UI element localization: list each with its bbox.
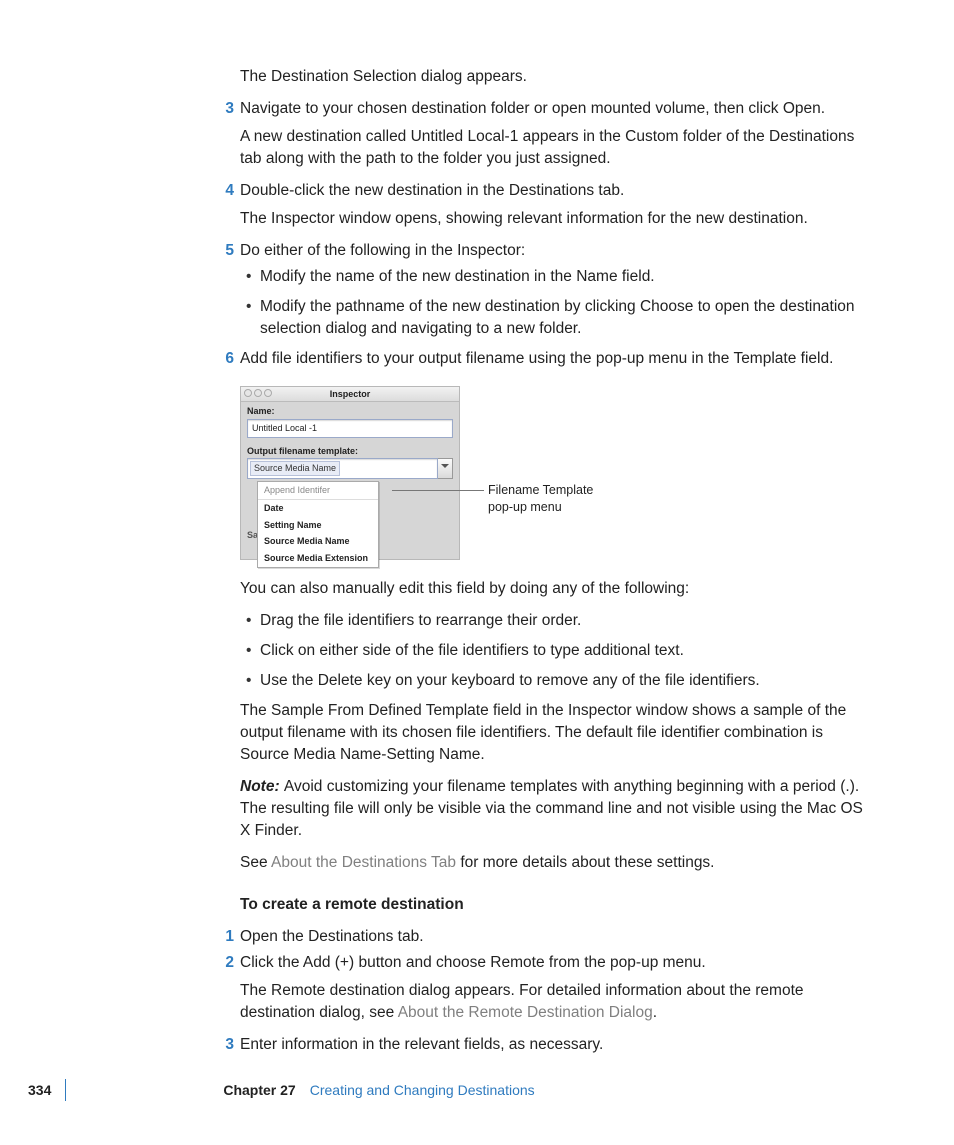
step-6: 6 Add file identifiers to your output fi… — [240, 348, 864, 370]
r2-post: . — [653, 1004, 657, 1021]
step-5-bullet: Modify the pathname of the new destinati… — [240, 296, 864, 340]
step-3: 3 Navigate to your chosen destination fo… — [240, 98, 864, 120]
callout-line2: pop-up menu — [488, 499, 593, 516]
popup-menu-item[interactable]: Source Media Name — [258, 533, 378, 550]
step-text: Click the Add (+) button and choose Remo… — [240, 954, 706, 971]
step-number: 2 — [220, 952, 234, 974]
popup-menu-item[interactable]: Date — [258, 500, 378, 517]
callout-line1: Filename Template — [488, 482, 593, 499]
see-pre: See — [240, 854, 271, 871]
page-body: The Destination Selection dialog appears… — [240, 66, 864, 1056]
remote-dialog-link[interactable]: About the Remote Destination Dialog — [398, 1004, 653, 1021]
step-number: 5 — [220, 240, 234, 262]
edit-bullet: Use the Delete key on your keyboard to r… — [240, 670, 864, 692]
step-text: Enter information in the relevant fields… — [240, 1036, 603, 1053]
name-label: Name: — [241, 402, 459, 419]
step-text: Navigate to your chosen destination fold… — [240, 100, 825, 117]
inspector-titlebar: Inspector — [241, 387, 459, 402]
remote-heading: To create a remote destination — [240, 894, 864, 916]
remote-step-2-body: The Remote destination dialog appears. F… — [240, 980, 864, 1024]
step-4: 4 Double-click the new destination in th… — [240, 180, 864, 202]
inspector-window: Inspector Name: Untitled Local -1 Output… — [240, 386, 460, 560]
filename-template-popup: Append Identifer Date Setting Name Sourc… — [257, 481, 379, 568]
popup-menu-item[interactable]: Source Media Extension — [258, 550, 378, 567]
step-3-body: A new destination called Untitled Local-… — [240, 126, 864, 170]
after-figure-text: You can also manually edit this field by… — [240, 578, 864, 600]
note-paragraph: Note: Avoid customizing your filename te… — [240, 776, 864, 842]
popup-menu-item[interactable]: Setting Name — [258, 517, 378, 534]
step-text: Do either of the following in the Inspec… — [240, 242, 525, 259]
edit-bullet: Click on either side of the file identif… — [240, 640, 864, 662]
destinations-tab-link[interactable]: About the Destinations Tab — [271, 854, 456, 871]
step-text: Add file identifiers to your output file… — [240, 350, 833, 367]
step-text: Double-click the new destination in the … — [240, 182, 624, 199]
window-title: Inspector — [330, 389, 371, 399]
step-number: 3 — [220, 98, 234, 120]
chapter-title: Creating and Changing Destinations — [310, 1082, 535, 1098]
step-number: 3 — [220, 1034, 234, 1056]
template-popup-button[interactable] — [438, 458, 453, 479]
step-number: 4 — [220, 180, 234, 202]
step-5-bullet: Modify the name of the new destination i… — [240, 266, 864, 288]
template-label: Output filename template: — [241, 442, 459, 459]
step-4-body: The Inspector window opens, showing rele… — [240, 208, 864, 230]
template-field[interactable]: Source Media Name — [247, 458, 438, 479]
zoom-icon[interactable] — [264, 389, 272, 397]
intro-text: The Destination Selection dialog appears… — [240, 66, 864, 88]
step-5: 5 Do either of the following in the Insp… — [240, 240, 864, 262]
callout-leader-line — [392, 490, 484, 491]
minimize-icon[interactable] — [254, 389, 262, 397]
filename-token[interactable]: Source Media Name — [250, 461, 340, 476]
page-footer: 334 Chapter 27 Creating and Changing Des… — [65, 1079, 884, 1101]
name-field[interactable]: Untitled Local -1 — [247, 419, 453, 438]
step-text: Open the Destinations tab. — [240, 928, 424, 945]
remote-step-3: 3 Enter information in the relevant fiel… — [240, 1034, 864, 1056]
sample-paragraph: The Sample From Defined Template field i… — [240, 700, 864, 766]
page-number: 334 — [28, 1082, 63, 1098]
step-number: 6 — [220, 348, 234, 370]
see-also: See About the Destinations Tab for more … — [240, 852, 864, 874]
note-label: Note: — [240, 778, 284, 795]
close-icon[interactable] — [244, 389, 252, 397]
see-post: for more details about these settings. — [456, 854, 714, 871]
popup-heading: Append Identifer — [258, 482, 378, 500]
note-body: Avoid customizing your filename template… — [240, 778, 863, 839]
figure-callout: Filename Template pop-up menu — [488, 482, 593, 516]
remote-step-1: 1 Open the Destinations tab. — [240, 926, 864, 948]
traffic-lights — [244, 389, 272, 397]
chapter-label: Chapter 27 — [223, 1082, 295, 1098]
step-number: 1 — [220, 926, 234, 948]
edit-bullet: Drag the file identifiers to rearrange t… — [240, 610, 864, 632]
inspector-figure: Inspector Name: Untitled Local -1 Output… — [240, 386, 864, 560]
remote-step-2: 2 Click the Add (+) button and choose Re… — [240, 952, 864, 974]
